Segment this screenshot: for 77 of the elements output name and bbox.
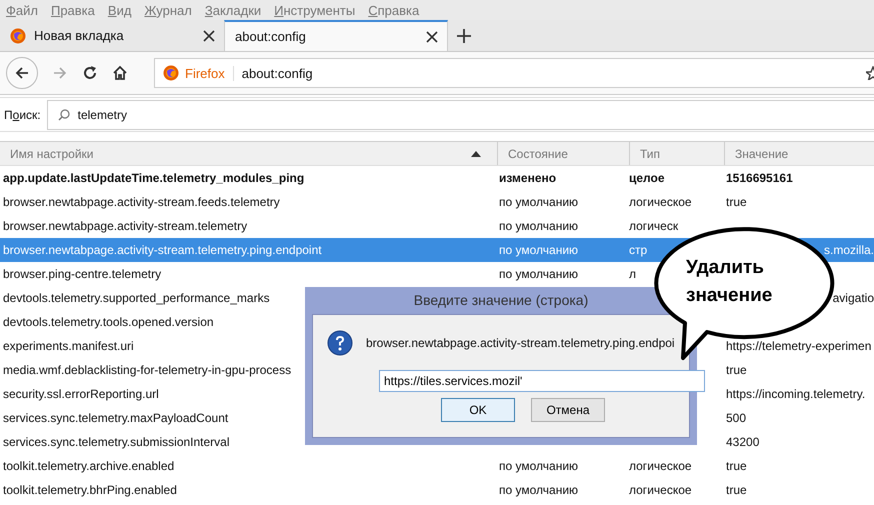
table-cell: toolkit.telemetry.bhrPing.enabled <box>3 483 177 497</box>
menu-item[interactable]: Справка <box>368 2 420 18</box>
identity-label: Firefox <box>185 66 234 80</box>
arrow-left-icon[interactable] <box>14 65 30 81</box>
callout-text: Удалить значение <box>686 256 772 308</box>
table-cell: стр <box>629 243 648 257</box>
table-cell: devtools.telemetry.supported_performance_marks <box>3 291 270 305</box>
column-header[interactable]: Значение <box>724 142 874 165</box>
firefox-logo-icon[interactable] <box>163 65 179 81</box>
table-cell: по умолчанию <box>499 243 578 257</box>
table-cell: целое <box>629 171 665 185</box>
table-cell: avigatio <box>832 291 874 305</box>
table-cell: true <box>726 483 747 497</box>
dialog-button[interactable]: OK <box>441 398 515 422</box>
table-cell: https://incoming.telemetry. <box>726 387 866 401</box>
menu-item[interactable]: Файл <box>6 2 38 18</box>
close-icon[interactable] <box>425 30 439 44</box>
column-header[interactable]: Состояние <box>497 142 629 165</box>
menu-item[interactable]: Правка <box>50 2 95 18</box>
address-bar[interactable]: Firefox about:config <box>154 58 874 88</box>
sort-arrow-icon[interactable] <box>471 150 481 158</box>
table-cell: true <box>726 459 747 473</box>
table-cell: 43200 <box>726 435 760 449</box>
table-cell: browser.newtabpage.activity-stream.feeds.telemetry <box>3 195 280 209</box>
table-cell: https://telemetry-experimen <box>726 339 872 353</box>
table-cell: browser.newtabpage.activity-stream.telemetry.ping.endpoint <box>3 243 322 257</box>
close-icon[interactable] <box>202 28 216 42</box>
tab[interactable]: about:config <box>224 20 448 51</box>
home-icon[interactable] <box>112 65 128 81</box>
table-cell: browser.ping-centre.telemetry <box>3 267 162 281</box>
table-cell: browser.newtabpage.activity-stream.telemetry <box>3 219 248 233</box>
search-label: Поиск: <box>4 108 41 122</box>
url-text: about:config <box>240 66 314 80</box>
table-cell: логическ <box>629 219 678 233</box>
table-cell: true <box>726 195 747 209</box>
table-cell: media.wmf.deblacklisting-for-telemetry-in-gpu-process <box>3 363 292 377</box>
column-header[interactable]: Имя настройки <box>0 142 497 165</box>
table-cell: security.ssl.errorReporting.url <box>3 387 159 401</box>
menu-item[interactable]: Вид <box>108 2 132 18</box>
question-icon <box>327 330 353 356</box>
table-cell: логическое <box>629 483 692 497</box>
menu-item[interactable]: Журнал <box>144 2 192 18</box>
table-cell: по умолчанию <box>499 483 578 497</box>
table-cell: toolkit.telemetry.archive.enabled <box>3 459 174 473</box>
column-header[interactable]: Тип <box>629 142 724 165</box>
table-cell: по умолчанию <box>499 195 578 209</box>
table-cell: devtools.telemetry.tools.opened.version <box>3 315 214 329</box>
back-button[interactable] <box>6 57 38 89</box>
menu-item[interactable]: Инструменты <box>274 2 356 18</box>
table-cell: app.update.lastUpdateTime.telemetry_modules_ping <box>3 171 304 185</box>
tab[interactable]: Новая вкладка <box>0 20 224 51</box>
table-cell: по умолчанию <box>499 219 578 233</box>
table-cell: experiments.manifest.uri <box>3 339 134 353</box>
value-input[interactable]: https://tiles.services.mozil' <box>379 370 705 392</box>
dialog-button[interactable]: Отмена <box>531 398 605 422</box>
table-cell: логическое <box>629 195 692 209</box>
table-cell: services.sync.telemetry.maxPayloadCount <box>3 411 228 425</box>
table-cell: true <box>726 363 747 377</box>
dialog-message: browser.newtabpage.activity-stream.telemetry.ping.endpoi <box>366 336 675 350</box>
table-cell: по умолчанию <box>499 267 578 281</box>
plus-icon[interactable] <box>456 28 472 44</box>
tab-label: about:config <box>235 29 307 44</box>
menu-item[interactable]: Закладки <box>204 2 262 18</box>
table-cell: логическое <box>629 459 692 473</box>
search-icon[interactable] <box>58 108 70 120</box>
table-cell: по умолчанию <box>499 459 578 473</box>
table-cell: services.sync.telemetry.submissionInterval <box>3 435 230 449</box>
table-cell: s.mozilla. <box>824 243 874 257</box>
reload-icon[interactable] <box>82 65 98 81</box>
search-field[interactable]: telemetry <box>46 100 874 130</box>
table-cell: 500 <box>726 411 746 425</box>
table-cell: изменено <box>499 171 556 185</box>
firefox-logo-icon[interactable] <box>10 28 26 44</box>
table-cell: 1516695161 <box>726 171 793 185</box>
table-cell: л <box>629 267 636 281</box>
tab-label: Новая вкладка <box>34 28 125 43</box>
dialog-title: Введите значение (строка) <box>412 291 590 310</box>
